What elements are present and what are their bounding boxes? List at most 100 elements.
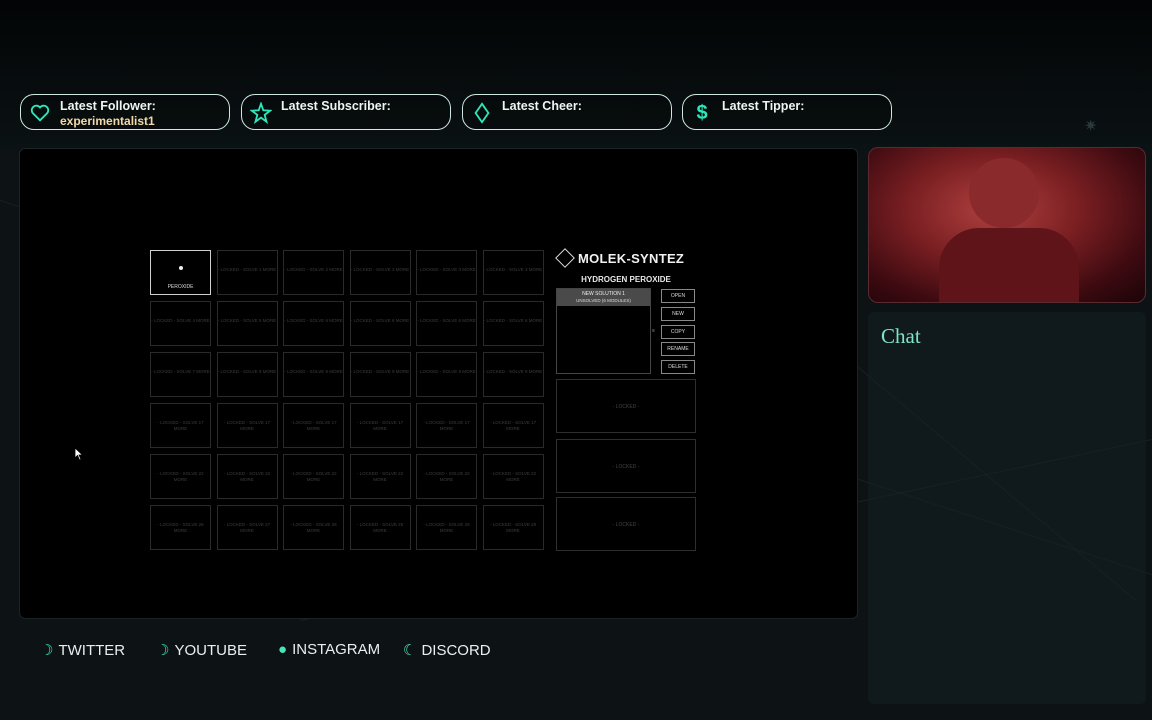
puzzle-tile-label: - LOCKED - SOLVE 22 MORE [356, 471, 404, 482]
puzzle-tile-locked[interactable]: - LOCKED - SOLVE 28 MORE [349, 505, 411, 550]
game-logo: MOLEK-SYNTEZ [555, 248, 696, 271]
puzzle-tile-label: PEROXIDE [167, 284, 194, 290]
social-youtube[interactable]: ☽ YOUTUBE [156, 641, 247, 659]
puzzle-tile-label: - LOCKED - SOLVE 7 MORE [151, 369, 210, 374]
heart-icon [29, 102, 51, 124]
latest-follower-label: Latest Follower: [60, 99, 156, 113]
puzzle-tile-label: - LOCKED - SOLVE 3 MORE [350, 267, 410, 272]
puzzle-tile-locked[interactable]: - LOCKED - SOLVE 9 MORE [416, 352, 477, 397]
social-instagram[interactable]: ● INSTAGRAM [278, 641, 380, 658]
puzzle-tile-label: - LOCKED - SOLVE 22 MORE [489, 471, 537, 482]
puzzle-tile-locked[interactable]: - LOCKED - SOLVE 8 MORE [216, 352, 278, 397]
puzzle-tile-label: - LOCKED - SOLVE 22 MORE [223, 471, 271, 482]
puzzle-tile-label: - LOCKED - SOLVE 2 MORE [284, 267, 343, 272]
puzzle-tile-locked[interactable]: - LOCKED - SOLVE 17 MORE [416, 403, 477, 448]
puzzle-tile-label: - LOCKED - SOLVE 4 MORE [151, 318, 210, 323]
open-button[interactable]: OPEN [661, 289, 695, 303]
social-twitter-label: TWITTER [58, 642, 126, 659]
puzzle-tile-locked[interactable]: - LOCKED - SOLVE 6 MORE [416, 301, 477, 346]
puzzle-tile-label: - LOCKED - SOLVE 6 MORE [417, 318, 476, 323]
discord-icon: ☾ [403, 642, 417, 659]
puzzle-tile-locked[interactable]: - LOCKED - SOLVE 6 MORE [283, 301, 344, 346]
puzzle-tile-locked[interactable]: - LOCKED - SOLVE 17 MORE [150, 403, 211, 448]
sparkle-icon: ✷ [1084, 118, 1098, 135]
delete-button[interactable]: DELETE [661, 360, 695, 374]
latest-subscriber-bar: Latest Subscriber: [241, 94, 451, 130]
social-youtube-label: YOUTUBE [174, 642, 247, 659]
puzzle-tile-label: - LOCKED - SOLVE 9 MORE [483, 369, 543, 374]
puzzle-tile-locked[interactable]: - LOCKED - SOLVE 2 MORE [283, 250, 344, 295]
solution-list[interactable]: NEW SOLUTION 1 UNSOLVED (6 MODULES) [556, 288, 651, 374]
puzzle-tile-locked[interactable]: - LOCKED - SOLVE 22 MORE [349, 454, 411, 499]
solution-name: NEW SOLUTION 1 [582, 291, 625, 297]
puzzle-tile-label: - LOCKED - SOLVE 8 MORE [217, 369, 277, 374]
scroll-handle-icon[interactable]: ≡ [652, 328, 655, 334]
puzzle-tile-label: - LOCKED - SOLVE 28 MORE [423, 522, 470, 533]
webcam-person-body [939, 228, 1079, 302]
puzzle-name: HYDROGEN PEROXIDE [581, 275, 671, 284]
social-discord[interactable]: ☾ DISCORD [403, 641, 491, 659]
puzzle-tile-label: - LOCKED - SOLVE 22 MORE [423, 471, 470, 482]
social-twitter[interactable]: ☽ TWITTER [40, 641, 125, 659]
locked-slot-label: - LOCKED - [612, 522, 640, 528]
molecule-icon [179, 266, 183, 270]
puzzle-tile-locked[interactable]: - LOCKED - SOLVE 22 MORE [150, 454, 211, 499]
puzzle-tile-label: - LOCKED - SOLVE 6 MORE [483, 318, 543, 323]
puzzle-tile-locked[interactable]: - LOCKED - SOLVE 5 MORE [216, 301, 278, 346]
puzzle-tile-label: - LOCKED - SOLVE 3 MORE [417, 267, 476, 272]
game-title: MOLEK-SYNTEZ [578, 251, 685, 266]
puzzle-tile-label: - LOCKED - SOLVE 26 MORE [157, 522, 204, 533]
puzzle-tile-locked[interactable]: - LOCKED - SOLVE 22 MORE [416, 454, 477, 499]
new-button[interactable]: NEW [661, 307, 695, 321]
puzzle-tile-label: - LOCKED - SOLVE 17 MORE [223, 420, 271, 431]
puzzle-tile-label: - LOCKED - SOLVE 28 MORE [290, 522, 337, 533]
puzzle-tile-locked[interactable]: - LOCKED - SOLVE 4 MORE [150, 301, 211, 346]
puzzle-tile-locked[interactable]: - LOCKED - SOLVE 17 MORE [482, 403, 544, 448]
game-capture: PEROXIDE - LOCKED - SOLVE 1 MORE - LOCKED … [19, 148, 858, 619]
latest-cheer-bar: Latest Cheer: [462, 94, 672, 130]
twitter-icon: ☽ [40, 642, 54, 659]
copy-button[interactable]: COPY [661, 325, 695, 339]
puzzle-tile-locked[interactable]: - LOCKED - SOLVE 28 MORE [283, 505, 344, 550]
puzzle-tile-label: - LOCKED - SOLVE 17 MORE [423, 420, 470, 431]
latest-tipper-bar: $ Latest Tipper: [682, 94, 892, 130]
puzzle-tile-locked[interactable]: - LOCKED - SOLVE 22 MORE [283, 454, 344, 499]
puzzle-tile-locked[interactable]: - LOCKED - SOLVE 1 MORE [216, 250, 278, 295]
puzzle-tile-label: - LOCKED - SOLVE 5 MORE [217, 318, 277, 323]
puzzle-tile-label: - LOCKED - SOLVE 28 MORE [356, 522, 404, 533]
solution-item[interactable]: NEW SOLUTION 1 UNSOLVED (6 MODULES) [557, 289, 650, 306]
puzzle-tile-label: - LOCKED - SOLVE 1 MORE [217, 267, 277, 272]
puzzle-tile-locked[interactable]: - LOCKED - SOLVE 28 MORE [416, 505, 477, 550]
chat-panel: Chat [868, 312, 1146, 704]
social-instagram-label: INSTAGRAM [292, 641, 381, 658]
puzzle-tile-label: - LOCKED - SOLVE 9 MORE [350, 369, 410, 374]
diamond-icon [471, 102, 493, 124]
puzzle-tile-locked[interactable]: - LOCKED - SOLVE 17 MORE [283, 403, 344, 448]
puzzle-tile-locked[interactable]: - LOCKED - SOLVE 6 MORE [349, 301, 411, 346]
youtube-icon: ☽ [156, 642, 170, 659]
latest-follower-bar: Latest Follower: experimentalist1 [20, 94, 230, 130]
puzzle-tile-locked[interactable]: - LOCKED - SOLVE 26 MORE [150, 505, 211, 550]
puzzle-tile-locked[interactable]: - LOCKED - SOLVE 9 MORE [482, 352, 544, 397]
puzzle-tile-active[interactable]: PEROXIDE [150, 250, 211, 295]
puzzle-tile-locked[interactable]: - LOCKED - SOLVE 9 MORE [283, 352, 344, 397]
logo-icon [555, 248, 575, 268]
puzzle-tile-locked[interactable]: - LOCKED - SOLVE 22 MORE [482, 454, 544, 499]
puzzle-tile-locked[interactable]: - LOCKED - SOLVE 28 MORE [482, 505, 544, 550]
puzzle-tile-label: - LOCKED - SOLVE 9 MORE [284, 369, 343, 374]
puzzle-tile-label: - LOCKED - SOLVE 17 MORE [356, 420, 404, 431]
star-icon [249, 101, 273, 125]
puzzle-tile-locked[interactable]: - LOCKED - SOLVE 22 MORE [216, 454, 278, 499]
puzzle-tile-label: - LOCKED - SOLVE 17 MORE [157, 420, 204, 431]
puzzle-tile-locked[interactable]: - LOCKED - SOLVE 17 MORE [349, 403, 411, 448]
puzzle-tile-locked[interactable]: - LOCKED - SOLVE 7 MORE [150, 352, 211, 397]
puzzle-tile-locked[interactable]: - LOCKED - SOLVE 3 MORE [482, 250, 544, 295]
puzzle-tile-locked[interactable]: - LOCKED - SOLVE 17 MORE [216, 403, 278, 448]
puzzle-tile-locked[interactable]: - LOCKED - SOLVE 3 MORE [416, 250, 477, 295]
puzzle-tile-locked[interactable]: - LOCKED - SOLVE 3 MORE [349, 250, 411, 295]
puzzle-tile-locked[interactable]: - LOCKED - SOLVE 27 MORE [216, 505, 278, 550]
puzzle-tile-locked[interactable]: - LOCKED - SOLVE 9 MORE [349, 352, 411, 397]
puzzle-tile-locked[interactable]: - LOCKED - SOLVE 6 MORE [482, 301, 544, 346]
rename-button[interactable]: RENAME [661, 342, 695, 356]
solution-status: UNSOLVED (6 MODULES) [576, 298, 631, 303]
